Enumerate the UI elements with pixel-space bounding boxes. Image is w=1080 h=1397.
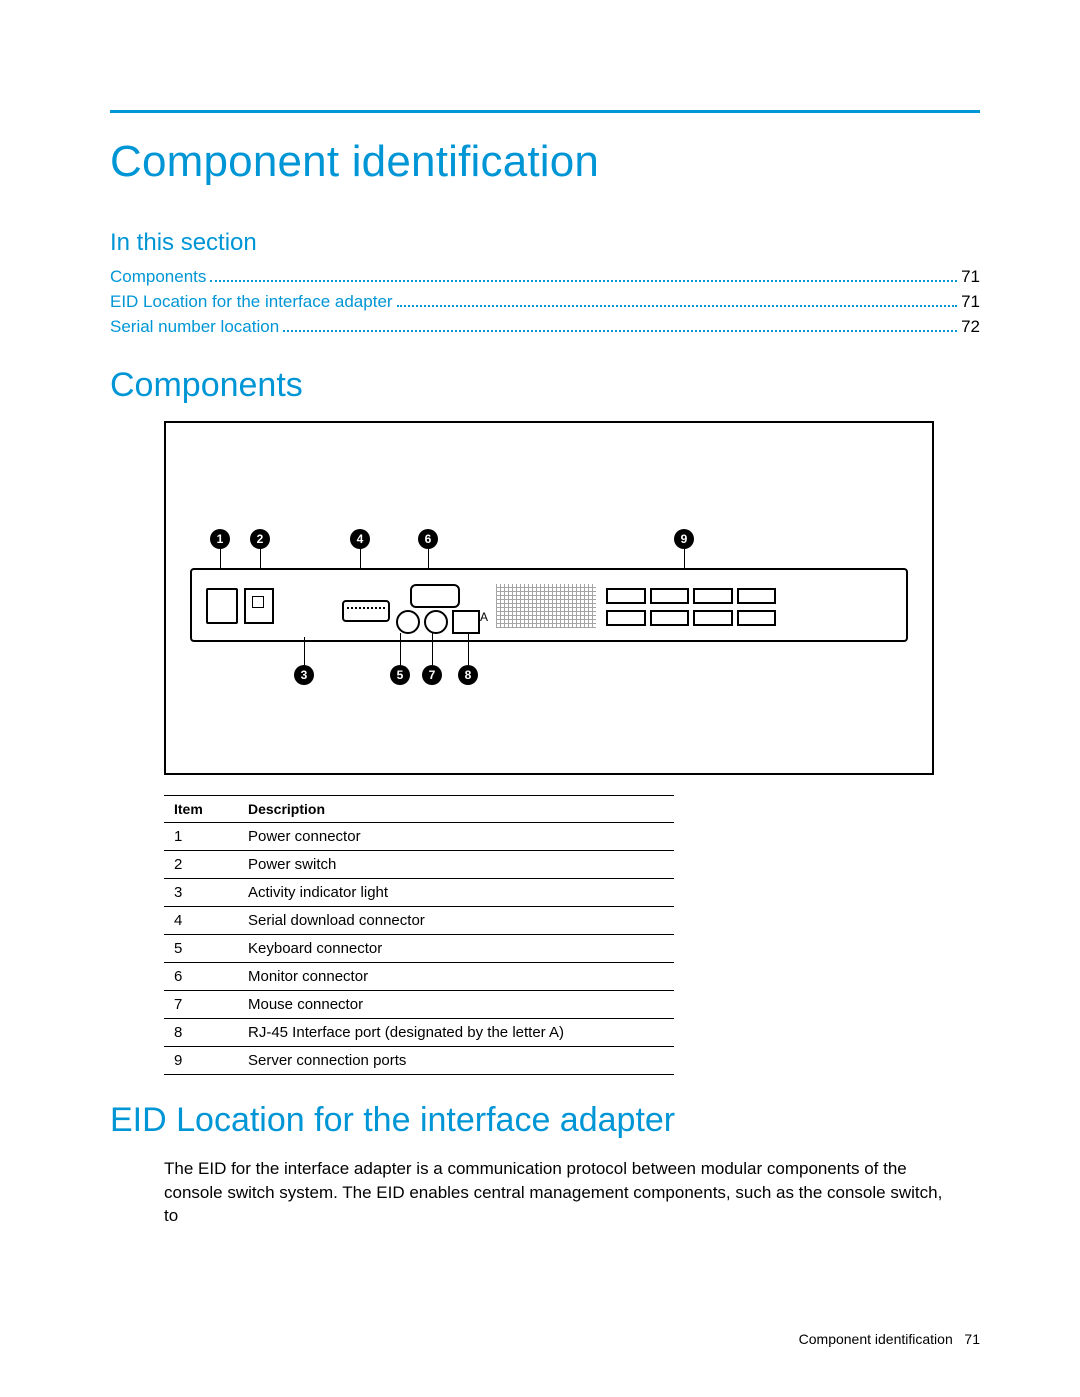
callout-marker: 7: [422, 665, 442, 685]
desc-cell: Activity indicator light: [248, 878, 674, 906]
item-cell: 8: [164, 1018, 248, 1046]
toc-row[interactable]: EID Location for the interface adapter 7…: [110, 290, 980, 315]
top-rule: [110, 110, 980, 113]
desc-cell: Keyboard connector: [248, 934, 674, 962]
eid-paragraph: The EID for the interface adapter is a c…: [164, 1157, 944, 1228]
item-cell: 4: [164, 906, 248, 934]
monitor-connector-icon: [410, 584, 460, 608]
table-row: 4Serial download connector: [164, 906, 674, 934]
callout-marker: 2: [250, 529, 270, 549]
table-header-row: Item Description: [164, 795, 674, 822]
toc-label: Components: [110, 265, 206, 290]
keyboard-connector-icon: [396, 610, 420, 634]
table-header: Item: [164, 795, 248, 822]
table-row: 1Power connector: [164, 822, 674, 850]
desc-cell: Server connection ports: [248, 1046, 674, 1074]
desc-cell: Power connector: [248, 822, 674, 850]
desc-cell: Power switch: [248, 850, 674, 878]
ventilation-icon: [496, 584, 596, 628]
table-row: 9Server connection ports: [164, 1046, 674, 1074]
component-figure: 1 2 4 6 9 A: [164, 421, 934, 775]
callout-lead: [468, 633, 469, 665]
item-cell: 7: [164, 990, 248, 1018]
table-row: 5Keyboard connector: [164, 934, 674, 962]
toc-label: Serial number location: [110, 315, 279, 340]
components-table: Item Description 1Power connector 2Power…: [164, 795, 674, 1075]
callout-marker: 8: [458, 665, 478, 685]
eid-heading: EID Location for the interface adapter: [110, 1101, 980, 1140]
callout-marker: 5: [390, 665, 410, 685]
callout-marker: 6: [418, 529, 438, 549]
item-cell: 9: [164, 1046, 248, 1074]
power-switch-icon: [244, 588, 274, 624]
footer-page: 71: [964, 1331, 980, 1347]
desc-cell: RJ-45 Interface port (designated by the …: [248, 1018, 674, 1046]
item-cell: 6: [164, 962, 248, 990]
desc-cell: Mouse connector: [248, 990, 674, 1018]
page-footer: Component identification 71: [799, 1331, 980, 1347]
document-page: Component identification In this section…: [0, 0, 1080, 1397]
in-this-section-heading: In this section: [110, 229, 980, 257]
mouse-connector-icon: [424, 610, 448, 634]
toc-page: 71: [961, 265, 980, 290]
item-cell: 3: [164, 878, 248, 906]
callout-marker: 3: [294, 665, 314, 685]
item-cell: 1: [164, 822, 248, 850]
callout-lead: [400, 633, 401, 665]
server-ports-icon: [606, 588, 776, 626]
callout-lead: [304, 637, 305, 665]
callout-marker: 9: [674, 529, 694, 549]
toc-page: 72: [961, 315, 980, 340]
callout-marker: 1: [210, 529, 230, 549]
power-connector-icon: [206, 588, 238, 624]
chassis: A: [190, 568, 908, 642]
table-row: 6Monitor connector: [164, 962, 674, 990]
callout-marker: 4: [350, 529, 370, 549]
footer-label: Component identification: [799, 1331, 953, 1347]
table-header: Description: [248, 795, 674, 822]
table-row: 3Activity indicator light: [164, 878, 674, 906]
toc-row[interactable]: Components 71: [110, 265, 980, 290]
toc-leader: [283, 315, 957, 332]
components-heading: Components: [110, 366, 980, 405]
desc-cell: Monitor connector: [248, 962, 674, 990]
port-letter-label: A: [480, 610, 488, 624]
callout-lead: [432, 633, 433, 665]
table-row: 2Power switch: [164, 850, 674, 878]
toc-leader: [210, 265, 957, 282]
rj45-port-icon: [452, 610, 480, 634]
toc-leader: [397, 290, 958, 307]
table-row: 7Mouse connector: [164, 990, 674, 1018]
item-cell: 5: [164, 934, 248, 962]
figure-wrap: 1 2 4 6 9 A: [164, 421, 934, 1075]
table-row: 8RJ-45 Interface port (designated by the…: [164, 1018, 674, 1046]
toc-page: 71: [961, 290, 980, 315]
desc-cell: Serial download connector: [248, 906, 674, 934]
serial-connector-icon: [342, 600, 390, 622]
page-title: Component identification: [110, 137, 980, 187]
item-cell: 2: [164, 850, 248, 878]
toc-label: EID Location for the interface adapter: [110, 290, 393, 315]
toc: Components 71 EID Location for the inter…: [110, 265, 980, 340]
toc-row[interactable]: Serial number location 72: [110, 315, 980, 340]
